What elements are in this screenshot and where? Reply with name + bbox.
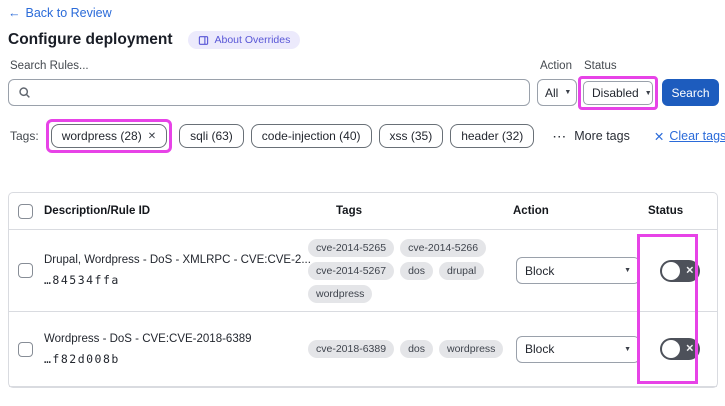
page-title: Configure deployment [8,31,173,48]
tag-chip-label: xss (35) [389,129,433,143]
rule-description-cell: Wordpress - DoS - CVE:CVE-2018-6389 …f82… [44,333,306,366]
table-row: Drupal, Wordpress - DoS - XMLRPC - CVE:C… [9,230,717,312]
back-link-label: Back to Review [25,6,112,20]
selected-tag-highlight: wordpress (28) ✕ [45,119,173,153]
search-icon [18,86,31,99]
back-arrow-icon: ← [8,6,21,20]
rule-description-cell: Drupal, Wordpress - DoS - XMLRPC - CVE:C… [44,254,311,287]
rule-tag: cve-2018-6389 [308,340,395,358]
tag-chip-xss[interactable]: xss (35) [378,124,444,148]
rule-tags-cell: cve-2014-5265 cve-2014-5266 cve-2014-526… [306,238,506,303]
tag-chip-label: header (32) [461,129,524,143]
clear-tags-button[interactable]: ✕ Clear tags [654,129,725,144]
action-filter-dropdown[interactable]: All ▼ [537,79,577,106]
action-filter-value: All [545,85,559,100]
more-tags-label: More tags [574,129,630,143]
more-tags-button[interactable]: ⋯ More tags [552,128,630,145]
book-icon [198,35,209,46]
table-header-row: Description/Rule ID Tags Action Status [9,193,717,230]
chevron-down-icon: ▼ [644,89,652,97]
rule-status-toggle-off[interactable]: ✕ [660,259,700,282]
toggle-x-icon: ✕ [685,343,694,355]
action-filter-label: Action [540,60,572,72]
search-rules-input[interactable] [38,85,520,100]
remove-tag-icon[interactable]: ✕ [148,131,156,142]
rule-description: Wordpress - DoS - CVE:CVE-2018-6389 [44,332,252,345]
rule-id: …f82d008b [44,351,120,366]
rule-description: Drupal, Wordpress - DoS - XMLRPC - CVE:C… [44,254,311,266]
toggle-x-icon: ✕ [685,265,694,276]
rule-tag: dos [400,261,433,280]
about-overrides-badge[interactable]: About Overrides [188,31,301,49]
ellipsis-icon: ⋯ [552,127,568,144]
rule-id: …84534ffa [44,273,120,287]
rule-status-toggle-off[interactable]: ✕ [660,338,700,360]
about-overrides-label: About Overrides [214,34,291,46]
chevron-down-icon: ▼ [564,89,572,96]
status-filter-dropdown[interactable]: Disabled ▼ [583,81,653,105]
tag-chip-sqli[interactable]: sqli (63) [179,124,244,148]
rule-tag: cve-2014-5266 [400,238,487,257]
rule-tags-cell: cve-2018-6389 dos wordpress [306,340,506,358]
column-header-description: Description/Rule ID [44,205,151,217]
status-filter-value: Disabled [592,86,639,100]
rules-table: Description/Rule ID Tags Action Status D… [8,192,718,388]
search-rules-box[interactable] [8,79,530,106]
toggle-knob [662,340,680,358]
column-header-status: Status [648,205,684,217]
select-all-checkbox[interactable] [18,203,33,219]
rule-action-dropdown[interactable]: Block ▼ [516,257,640,284]
column-header-tags: Tags [336,205,362,217]
search-rules-label: Search Rules... [10,60,89,72]
tag-chip-wordpress[interactable]: wordpress (28) ✕ [50,124,168,148]
rule-tag: wordpress [308,284,373,303]
column-header-action: Action [513,205,549,217]
tags-label: Tags: [10,129,39,143]
rule-tag: dos [400,340,433,358]
status-filter-label: Status [584,60,617,72]
tag-chip-code-injection[interactable]: code-injection (40) [250,124,372,148]
rule-tag: drupal [439,261,485,280]
back-to-review-link[interactable]: ← Back to Review [8,6,112,20]
toggle-knob [662,261,680,280]
tags-bar: Tags: wordpress (28) ✕ sqli (63) code-in… [10,119,725,153]
rule-tag: cve-2014-5267 [308,261,395,280]
row-checkbox[interactable] [18,263,33,278]
chevron-down-icon: ▼ [624,345,631,353]
chevron-down-icon: ▼ [624,267,631,274]
table-row: Wordpress - DoS - CVE:CVE-2018-6389 …f82… [9,312,717,387]
rule-tag: cve-2014-5265 [308,238,395,257]
tag-chip-header[interactable]: header (32) [450,124,535,148]
rule-tag: wordpress [439,340,504,358]
tag-chip-label: code-injection (40) [261,129,361,143]
tag-chip-label: sqli (63) [190,129,233,143]
tag-chip-label: wordpress (28) [61,129,142,143]
rule-action-value: Block [525,263,555,278]
clear-x-icon: ✕ [653,129,665,144]
rule-action-value: Block [525,342,555,356]
rule-action-dropdown[interactable]: Block ▼ [516,335,640,363]
page-header: Configure deployment About Overrides [8,31,301,49]
clear-tags-label: Clear tags [669,129,725,143]
search-button[interactable]: Search [662,79,719,106]
status-filter-highlight: Disabled ▼ [578,76,658,110]
row-checkbox[interactable] [18,341,33,357]
